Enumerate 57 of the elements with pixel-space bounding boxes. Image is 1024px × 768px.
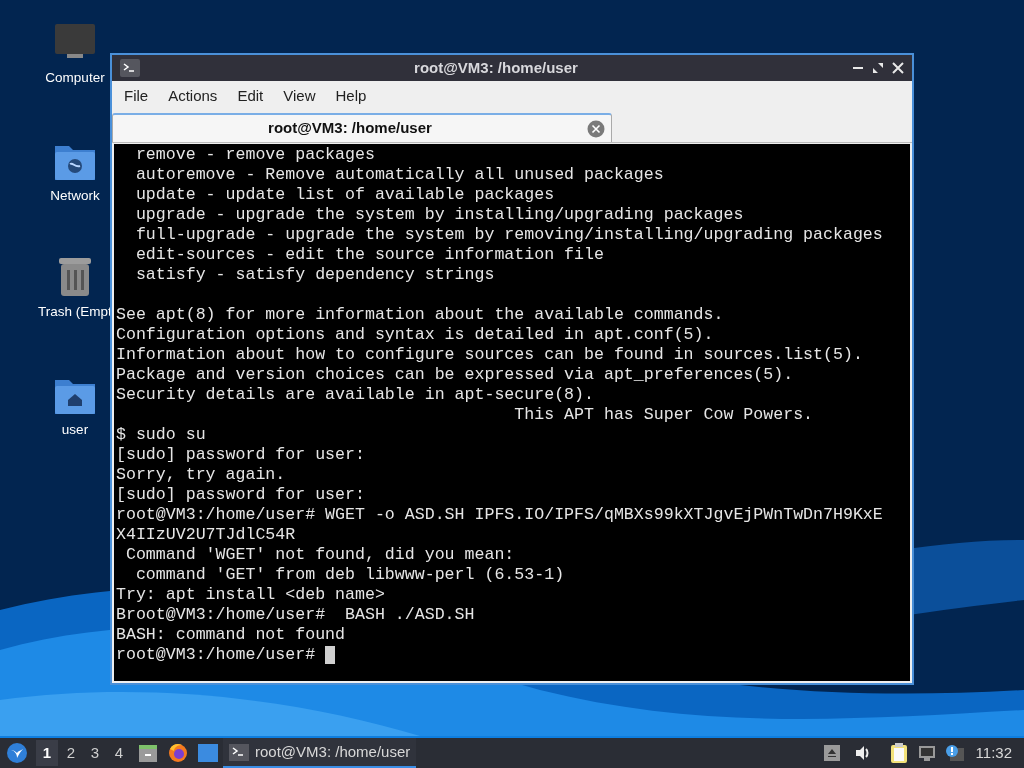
desktop-icon-label[interactable]: Network	[50, 186, 100, 207]
terminal-line: command 'GET' from deb libwww-perl (6.53-1)	[134, 565, 565, 585]
terminal-line: satisfy - satisfy dependency strings	[134, 265, 495, 285]
menu-item[interactable]: Edit	[227, 84, 274, 108]
terminal-line: See apt(8) for more information about the available commands.	[116, 305, 724, 325]
terminal-line: Broot@VM3:/home/user# BASH ./ASD.SH	[116, 605, 475, 625]
terminal-line: root@VM3:/home/user# WGET -o ASD.SH IPFS.IO/IPFS/qMBXs99kXTJgvEjPWnTwDn7H9KxE	[116, 505, 883, 525]
start-menu-icon[interactable]	[6, 742, 28, 764]
close-icon[interactable]	[892, 62, 904, 74]
clock[interactable]: 11:32	[975, 741, 1012, 765]
clipboard-icon[interactable]	[889, 742, 908, 764]
workspace-button[interactable]: 3	[84, 740, 106, 766]
eject-icon[interactable]	[823, 745, 840, 761]
terminal-line: BASH: command not found	[116, 625, 346, 645]
terminal-line: X4IIzUV2U7TJdlC54R	[116, 525, 296, 545]
terminal-line: autoremove - Remove automatically all unused packages	[134, 165, 664, 185]
workspace-button[interactable]: 4	[108, 740, 130, 766]
browser-icon[interactable]	[168, 743, 188, 763]
restore-icon[interactable]	[872, 62, 884, 74]
terminal-line: root@VM3:/home/user#	[116, 645, 317, 665]
terminal-line: Package and version choices can be expressed via apt_preferences(5).	[116, 365, 794, 385]
window-title: root@VM3: /home/user	[414, 57, 578, 78]
workspace-button[interactable]: 1	[36, 740, 58, 766]
tab-close-icon[interactable]	[587, 119, 605, 138]
menu-item[interactable]: Actions	[158, 84, 228, 108]
text-cursor	[325, 646, 336, 664]
menu-item[interactable]: Help	[325, 84, 377, 108]
tab[interactable]: root@VM3: /home/user	[112, 113, 612, 142]
tab-label: root@VM3: /home/user	[267, 118, 433, 139]
terminal-icon	[120, 59, 140, 77]
desktop-icon-label[interactable]: Computer	[45, 68, 105, 89]
taskbar-button[interactable]: root@VM3: /home/user	[223, 738, 417, 768]
terminal-line: update - update list of available packages	[134, 185, 555, 205]
terminal-line: upgrade - upgrade the system by installing/upgrading packages	[134, 205, 744, 225]
menu-item[interactable]: View	[273, 84, 326, 108]
terminal-line: remove - remove packages	[134, 145, 375, 165]
desktop-icon-label[interactable]: user	[61, 420, 89, 441]
notification-icon[interactable]	[943, 744, 964, 762]
menu-item[interactable]: File	[114, 84, 159, 108]
terminal-line: [sudo] password for user:	[116, 445, 365, 465]
terminal-line: Information about how to configure sources can be found in sources.list(5).	[116, 345, 863, 365]
terminal-line: $ sudo su	[116, 425, 206, 445]
terminal-line: Command 'WGET' not found, did you mean:	[124, 545, 515, 565]
terminal-line: Security details are available in apt-secure(8).	[116, 385, 594, 405]
terminal-line: Try: apt install <deb name>	[116, 585, 385, 605]
terminal-line: This APT has Super Cow Powers.	[513, 405, 814, 425]
terminal-line: edit-sources - edit the source information file	[134, 245, 604, 265]
file-cabinet-icon[interactable]	[138, 743, 158, 763]
terminal-area[interactable]	[114, 144, 910, 681]
terminal-line: Configuration options and syntax is detailed in apt.conf(5).	[116, 325, 714, 345]
workspace-button[interactable]: 2	[60, 740, 82, 766]
network-icon[interactable]	[917, 745, 936, 761]
terminal-icon	[229, 743, 249, 761]
terminal-line: [sudo] password for user:	[116, 485, 365, 505]
desktop-icon-label[interactable]: Trash (Empt	[38, 302, 112, 323]
terminal-line: full-upgrade - upgrade the system by removing/installing/upgrading packages	[134, 225, 883, 245]
terminal-line: Sorry, try again.	[116, 465, 286, 485]
